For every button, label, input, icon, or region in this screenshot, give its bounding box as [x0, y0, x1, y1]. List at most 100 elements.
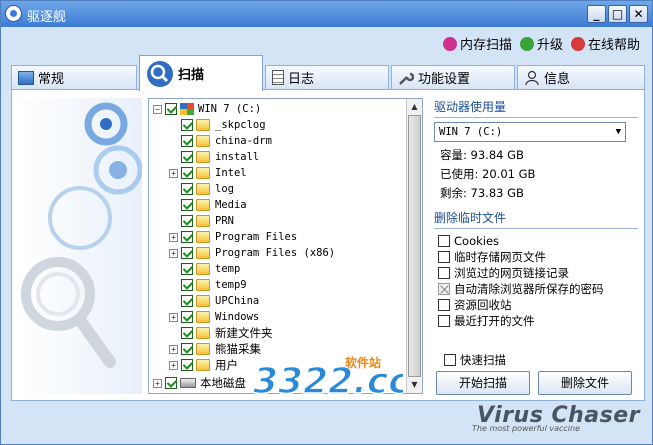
tree-folder-row[interactable]: 新建文件夹: [169, 325, 273, 341]
tree-folder-row[interactable]: UPChina: [169, 293, 259, 309]
temp-option-checkbox[interactable]: [438, 315, 450, 327]
expand-icon[interactable]: +: [169, 312, 178, 322]
close-button[interactable]: ✕: [629, 5, 648, 23]
tree-checkbox[interactable]: [181, 247, 193, 259]
tree-checkbox[interactable]: [181, 167, 193, 179]
tree-folder-row[interactable]: + Windows: [169, 309, 259, 325]
collapse-icon[interactable]: −: [153, 104, 162, 114]
tree-checkbox[interactable]: [181, 311, 193, 323]
folder-icon: [196, 135, 210, 147]
tree-checkbox[interactable]: [181, 279, 193, 291]
tree-checkbox[interactable]: [181, 359, 193, 371]
tree-checkbox[interactable]: [181, 343, 193, 355]
delete-files-button[interactable]: 删除文件: [538, 371, 632, 395]
tree-checkbox[interactable]: [181, 263, 193, 275]
folder-icon: [196, 167, 210, 179]
tab-log[interactable]: 日志: [265, 65, 389, 89]
temp-option[interactable]: 资源回收站: [434, 297, 638, 313]
tab-general[interactable]: 常规: [11, 65, 137, 89]
tree-checkbox[interactable]: [181, 119, 193, 131]
temp-option-label: 临时存储网页文件: [454, 250, 546, 264]
tree-checkbox[interactable]: [181, 215, 193, 227]
tree-folder-row[interactable]: + Program Files (x86): [169, 245, 335, 261]
tree-folder-label: Program Files: [215, 231, 298, 243]
tree-folder-row[interactable]: _skpclog: [169, 117, 266, 133]
temp-option-label: 自动清除浏览器所保存的密码: [454, 282, 604, 296]
upgrade-link[interactable]: 升级: [519, 34, 563, 53]
expand-icon[interactable]: +: [169, 360, 178, 370]
temp-option[interactable]: Cookies: [434, 233, 638, 249]
expand-icon[interactable]: +: [169, 168, 178, 178]
tree-folder-label: temp9: [215, 279, 247, 291]
tree-folder-row[interactable]: + Program Files: [169, 229, 297, 245]
folder-tree[interactable]: − WIN 7 (C:) _skpclog china-drm install + In…: [148, 98, 423, 394]
tree-folder-row[interactable]: temp: [169, 261, 240, 277]
tree-folder-row[interactable]: china-drm: [169, 133, 272, 149]
temp-option[interactable]: 临时存储网页文件: [434, 249, 638, 265]
drive-select[interactable]: WIN 7 (C:) ▼: [434, 122, 626, 142]
folder-icon: [196, 151, 210, 163]
memory-scan-link[interactable]: 内存扫描: [442, 34, 512, 53]
tree-checkbox[interactable]: [165, 103, 177, 115]
tree-scrollbar[interactable]: ▲ ▼: [406, 99, 422, 393]
tab-settings-label: 功能设置: [418, 72, 471, 87]
tree-root[interactable]: − WIN 7 (C:): [153, 101, 261, 117]
tree-checkbox[interactable]: [181, 183, 193, 195]
start-scan-button[interactable]: 开始扫描: [436, 371, 530, 395]
tree-folder-row[interactable]: PRN: [169, 213, 234, 229]
tree-drive-row[interactable]: + 本地磁盘: [153, 375, 246, 391]
tree-checkbox[interactable]: [181, 151, 193, 163]
title-bar[interactable]: 驱逐舰 _ □ ✕: [1, 1, 652, 27]
tree-folder-row[interactable]: + 用户: [169, 357, 238, 373]
tree-folder-row[interactable]: Media: [169, 197, 247, 213]
scroll-down-icon[interactable]: ▼: [407, 377, 422, 393]
scroll-thumb[interactable]: [408, 115, 421, 377]
maximize-button[interactable]: □: [608, 5, 627, 23]
temp-option[interactable]: 浏览过的网页链接记录: [434, 265, 638, 281]
drive-select-value: WIN 7 (C:): [439, 126, 503, 138]
expand-icon[interactable]: +: [169, 248, 178, 258]
expand-icon[interactable]: +: [169, 344, 178, 354]
minimize-button[interactable]: _: [587, 5, 606, 23]
tree-folder-row[interactable]: + 熊猫采集: [169, 341, 261, 357]
scan-icon: [147, 60, 173, 87]
tree-folder-row[interactable]: + Intel: [169, 165, 247, 181]
tree-checkbox[interactable]: [181, 135, 193, 147]
temp-option-checkbox[interactable]: [438, 267, 450, 279]
general-icon: [18, 70, 34, 85]
folder-icon: [196, 279, 210, 291]
tab-settings[interactable]: 功能设置: [391, 65, 515, 89]
temp-options: Cookies 临时存储网页文件 浏览过的网页链接记录 自动清除浏览器所保存的密码 资源…: [434, 233, 638, 329]
expand-icon[interactable]: +: [153, 378, 162, 388]
tree-folder-row[interactable]: install: [169, 149, 259, 165]
quick-scan-label: 快速扫描: [460, 353, 506, 367]
tree-checkbox[interactable]: [181, 231, 193, 243]
tab-scan[interactable]: 扫描: [139, 55, 263, 91]
expand-icon[interactable]: +: [169, 232, 178, 242]
tree-checkbox[interactable]: [181, 327, 193, 339]
upgrade-icon: [519, 36, 534, 51]
folder-icon: [196, 327, 210, 339]
quick-scan-checkbox[interactable]: 快速扫描: [440, 352, 506, 368]
temp-option[interactable]: 最近打开的文件: [434, 313, 638, 329]
disk-icon: [180, 378, 196, 388]
temp-option-checkbox[interactable]: [438, 299, 450, 311]
drive-info: 容量: 93.84 GB 已使用: 20.01 GB 剩余: 73.83 GB: [434, 146, 638, 203]
tree-checkbox[interactable]: [181, 199, 193, 211]
tree-folder-row[interactable]: log: [169, 181, 234, 197]
quick-scan-box[interactable]: [444, 354, 456, 366]
tree-checkbox[interactable]: [181, 295, 193, 307]
temp-option-checkbox[interactable]: [438, 235, 450, 247]
scroll-up-icon[interactable]: ▲: [407, 99, 422, 115]
online-help-link[interactable]: 在线帮助: [570, 34, 640, 53]
watermark-sub: 软件站: [345, 355, 381, 370]
tree-checkbox[interactable]: [165, 377, 177, 389]
temp-option-checkbox[interactable]: [438, 251, 450, 263]
tab-info[interactable]: 信息: [517, 65, 645, 89]
tab-info-label: 信息: [544, 72, 571, 87]
tree-folder-row[interactable]: temp9: [169, 277, 247, 293]
free-text: 剩余: 73.83 GB: [440, 186, 524, 200]
